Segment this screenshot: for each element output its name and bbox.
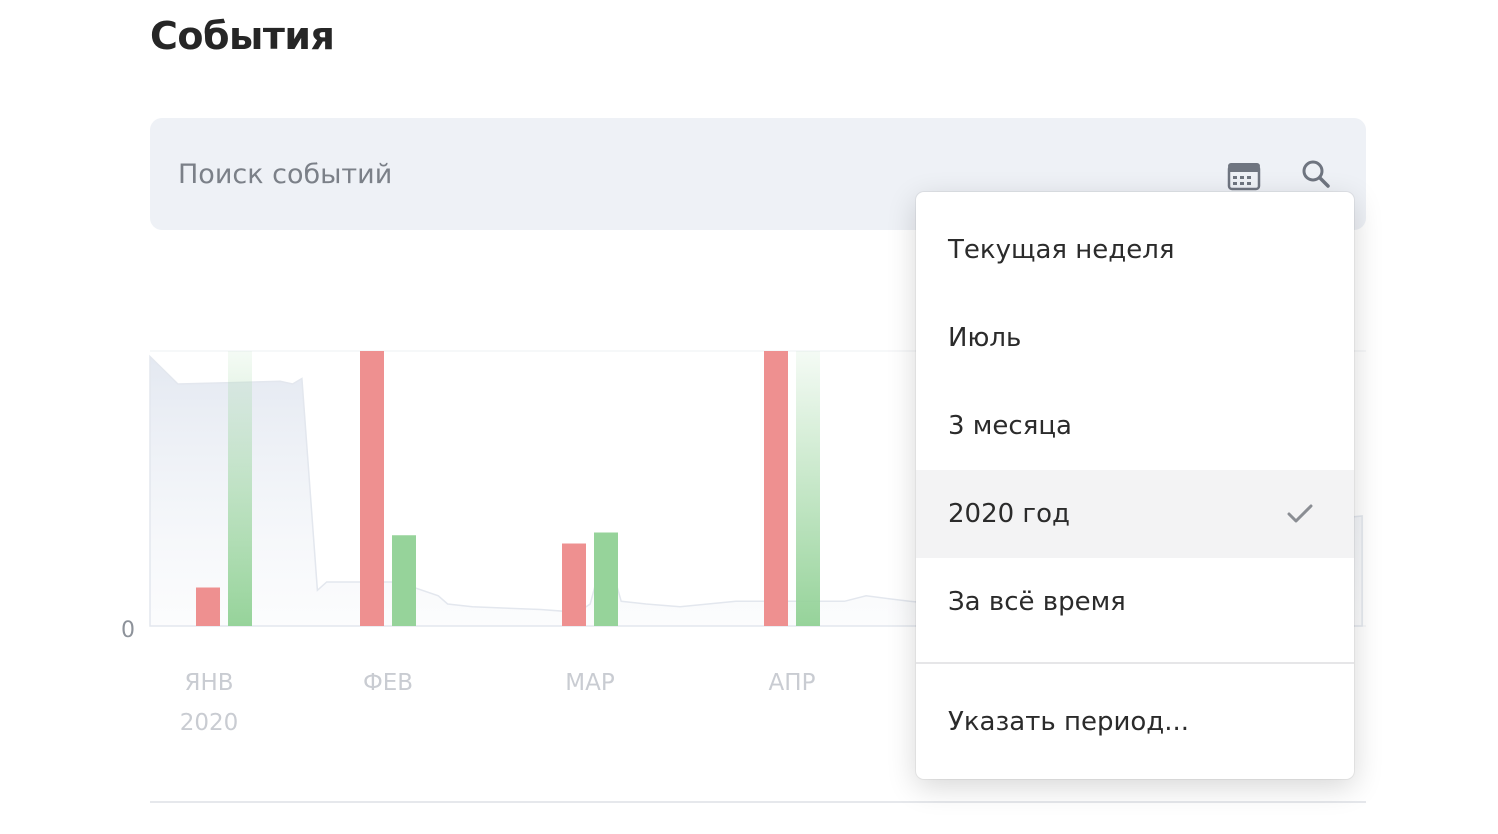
bottom-divider <box>150 801 1366 803</box>
calendar-icon <box>1227 163 1261 191</box>
search-icon <box>1302 160 1330 188</box>
y-axis-zero-label: 0 <box>121 618 135 643</box>
negative-bar-3 <box>764 351 788 626</box>
menu-item-current-week[interactable]: Текущая неделя <box>916 206 1354 294</box>
positive-bar-2 <box>594 532 618 626</box>
positive-bar-0 <box>228 351 252 626</box>
negative-bar-0 <box>196 587 220 626</box>
negative-bar-1 <box>360 351 384 626</box>
x-axis-labels: ЯНВ ФЕВ МАР АПР 2020 <box>180 670 816 736</box>
menu-item-label: 2020 год <box>948 499 1070 529</box>
x-tick-label: МАР <box>565 670 615 696</box>
search-button[interactable] <box>1294 152 1338 196</box>
menu-item-all-time[interactable]: За всё время <box>916 558 1354 646</box>
menu-item-2020-year[interactable]: 2020 год <box>916 470 1354 558</box>
menu-item-label: Июль <box>948 323 1022 353</box>
x-tick-label: ЯНВ <box>184 670 233 696</box>
period-dropdown: Текущая неделя Июль 3 месяца 2020 год За… <box>916 192 1354 779</box>
x-tick-year-label: 2020 <box>180 710 239 736</box>
menu-item-july[interactable]: Июль <box>916 294 1354 382</box>
events-page: События Поиск событий 0 ЯНВ ФЕВ МАР АПР … <box>0 0 1498 834</box>
check-icon <box>1287 504 1313 523</box>
positive-bar-3 <box>796 351 820 626</box>
positive-bar-1 <box>392 535 416 626</box>
page-title: События <box>150 14 335 58</box>
negative-bar-2 <box>562 543 586 626</box>
calendar-button[interactable] <box>1222 152 1266 196</box>
menu-item-label: За всё время <box>948 587 1126 617</box>
search-input[interactable] <box>178 152 1178 196</box>
menu-item-3-months[interactable]: 3 месяца <box>916 382 1354 470</box>
menu-item-label: Текущая неделя <box>948 235 1175 265</box>
menu-item-custom-period[interactable]: Указать период... <box>916 678 1354 766</box>
x-tick-label: ФЕВ <box>363 670 413 696</box>
menu-divider <box>916 662 1354 664</box>
x-tick-label: АПР <box>769 670 816 696</box>
menu-item-label: 3 месяца <box>948 411 1072 441</box>
menu-item-label: Указать период... <box>948 707 1190 737</box>
